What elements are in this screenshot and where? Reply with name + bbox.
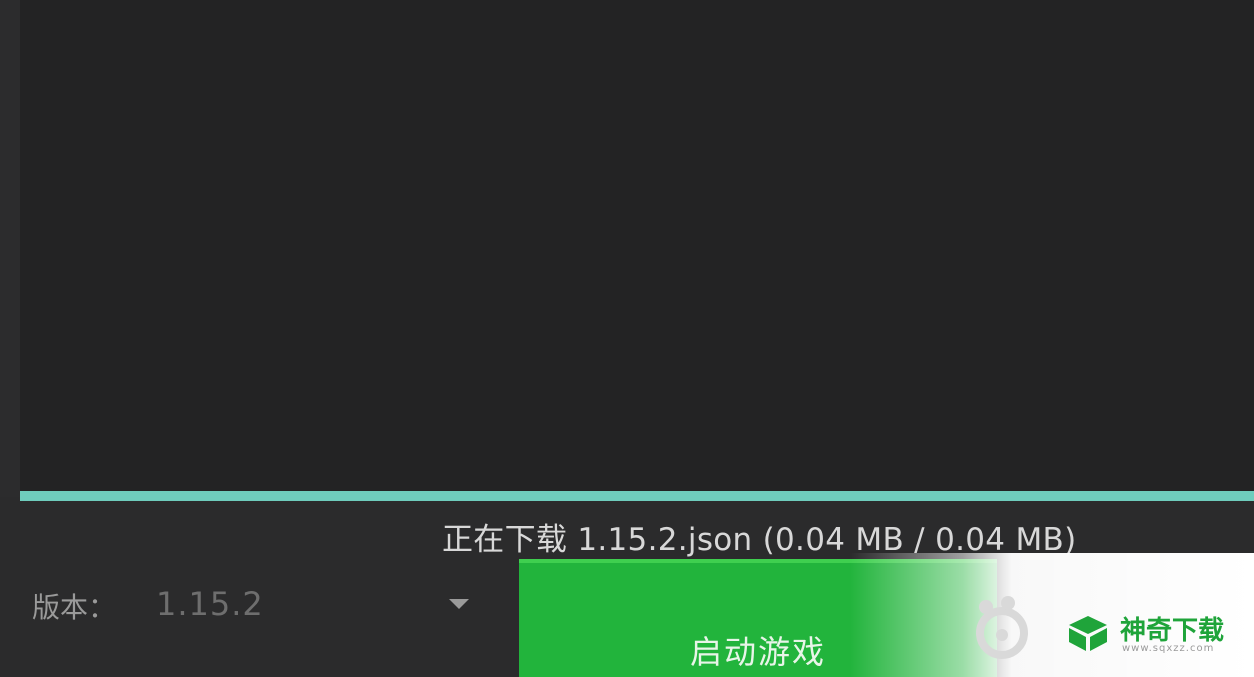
watermark-brand-text: 神奇下载 [1120, 616, 1225, 646]
box-logo-icon [1069, 616, 1107, 651]
download-progress-fill [20, 491, 1254, 501]
baidu-logo-icon [976, 596, 1028, 659]
watermark: 神奇下载 www.sqxzz.com [850, 553, 1254, 677]
launcher-window: 正在下载 1.15.2.json (0.04 MB / 0.04 MB) 版本：… [0, 0, 1254, 677]
watermark-url-text: www.sqxzz.com [1122, 643, 1215, 654]
version-label: 版本： [32, 591, 117, 624]
triangle-down-icon[interactable] [447, 594, 471, 614]
left-gutter [0, 0, 20, 497]
version-select[interactable]: 1.15.2 [150, 580, 490, 630]
version-selected-value: 1.15.2 [156, 585, 264, 623]
download-progress-bar [20, 491, 1254, 501]
log-panel [20, 0, 1254, 491]
